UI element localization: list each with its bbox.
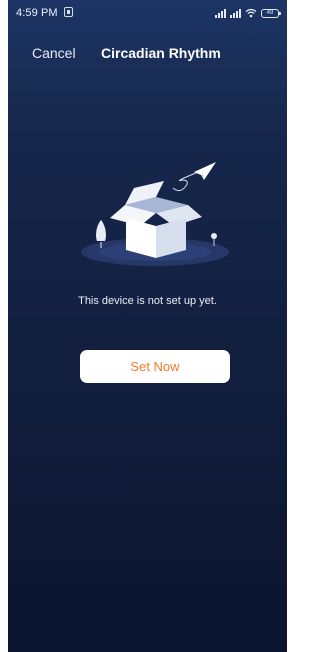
status-icons: 49 xyxy=(215,7,281,18)
app-screen: 4:59 PM 49 Cancel Circadian Rhythm This … xyxy=(8,0,287,652)
open-box-icon xyxy=(81,162,229,266)
empty-state-message: This device is not set up yet. xyxy=(78,295,217,307)
signal-icon xyxy=(215,9,226,18)
battery-icon: 49 xyxy=(261,9,281,18)
status-bar: 4:59 PM 49 xyxy=(8,0,287,26)
empty-state-illustration xyxy=(78,160,238,275)
set-now-button[interactable]: Set Now xyxy=(80,350,230,383)
page-title: Circadian Rhythm xyxy=(101,45,221,61)
paper-plane-icon xyxy=(194,162,216,180)
notification-icon xyxy=(64,7,73,17)
nav-bar: Cancel Circadian Rhythm xyxy=(8,40,287,66)
wifi-icon xyxy=(245,8,257,18)
cancel-button[interactable]: Cancel xyxy=(32,45,76,61)
signal-icon xyxy=(230,9,241,18)
status-time: 4:59 PM xyxy=(16,7,58,19)
